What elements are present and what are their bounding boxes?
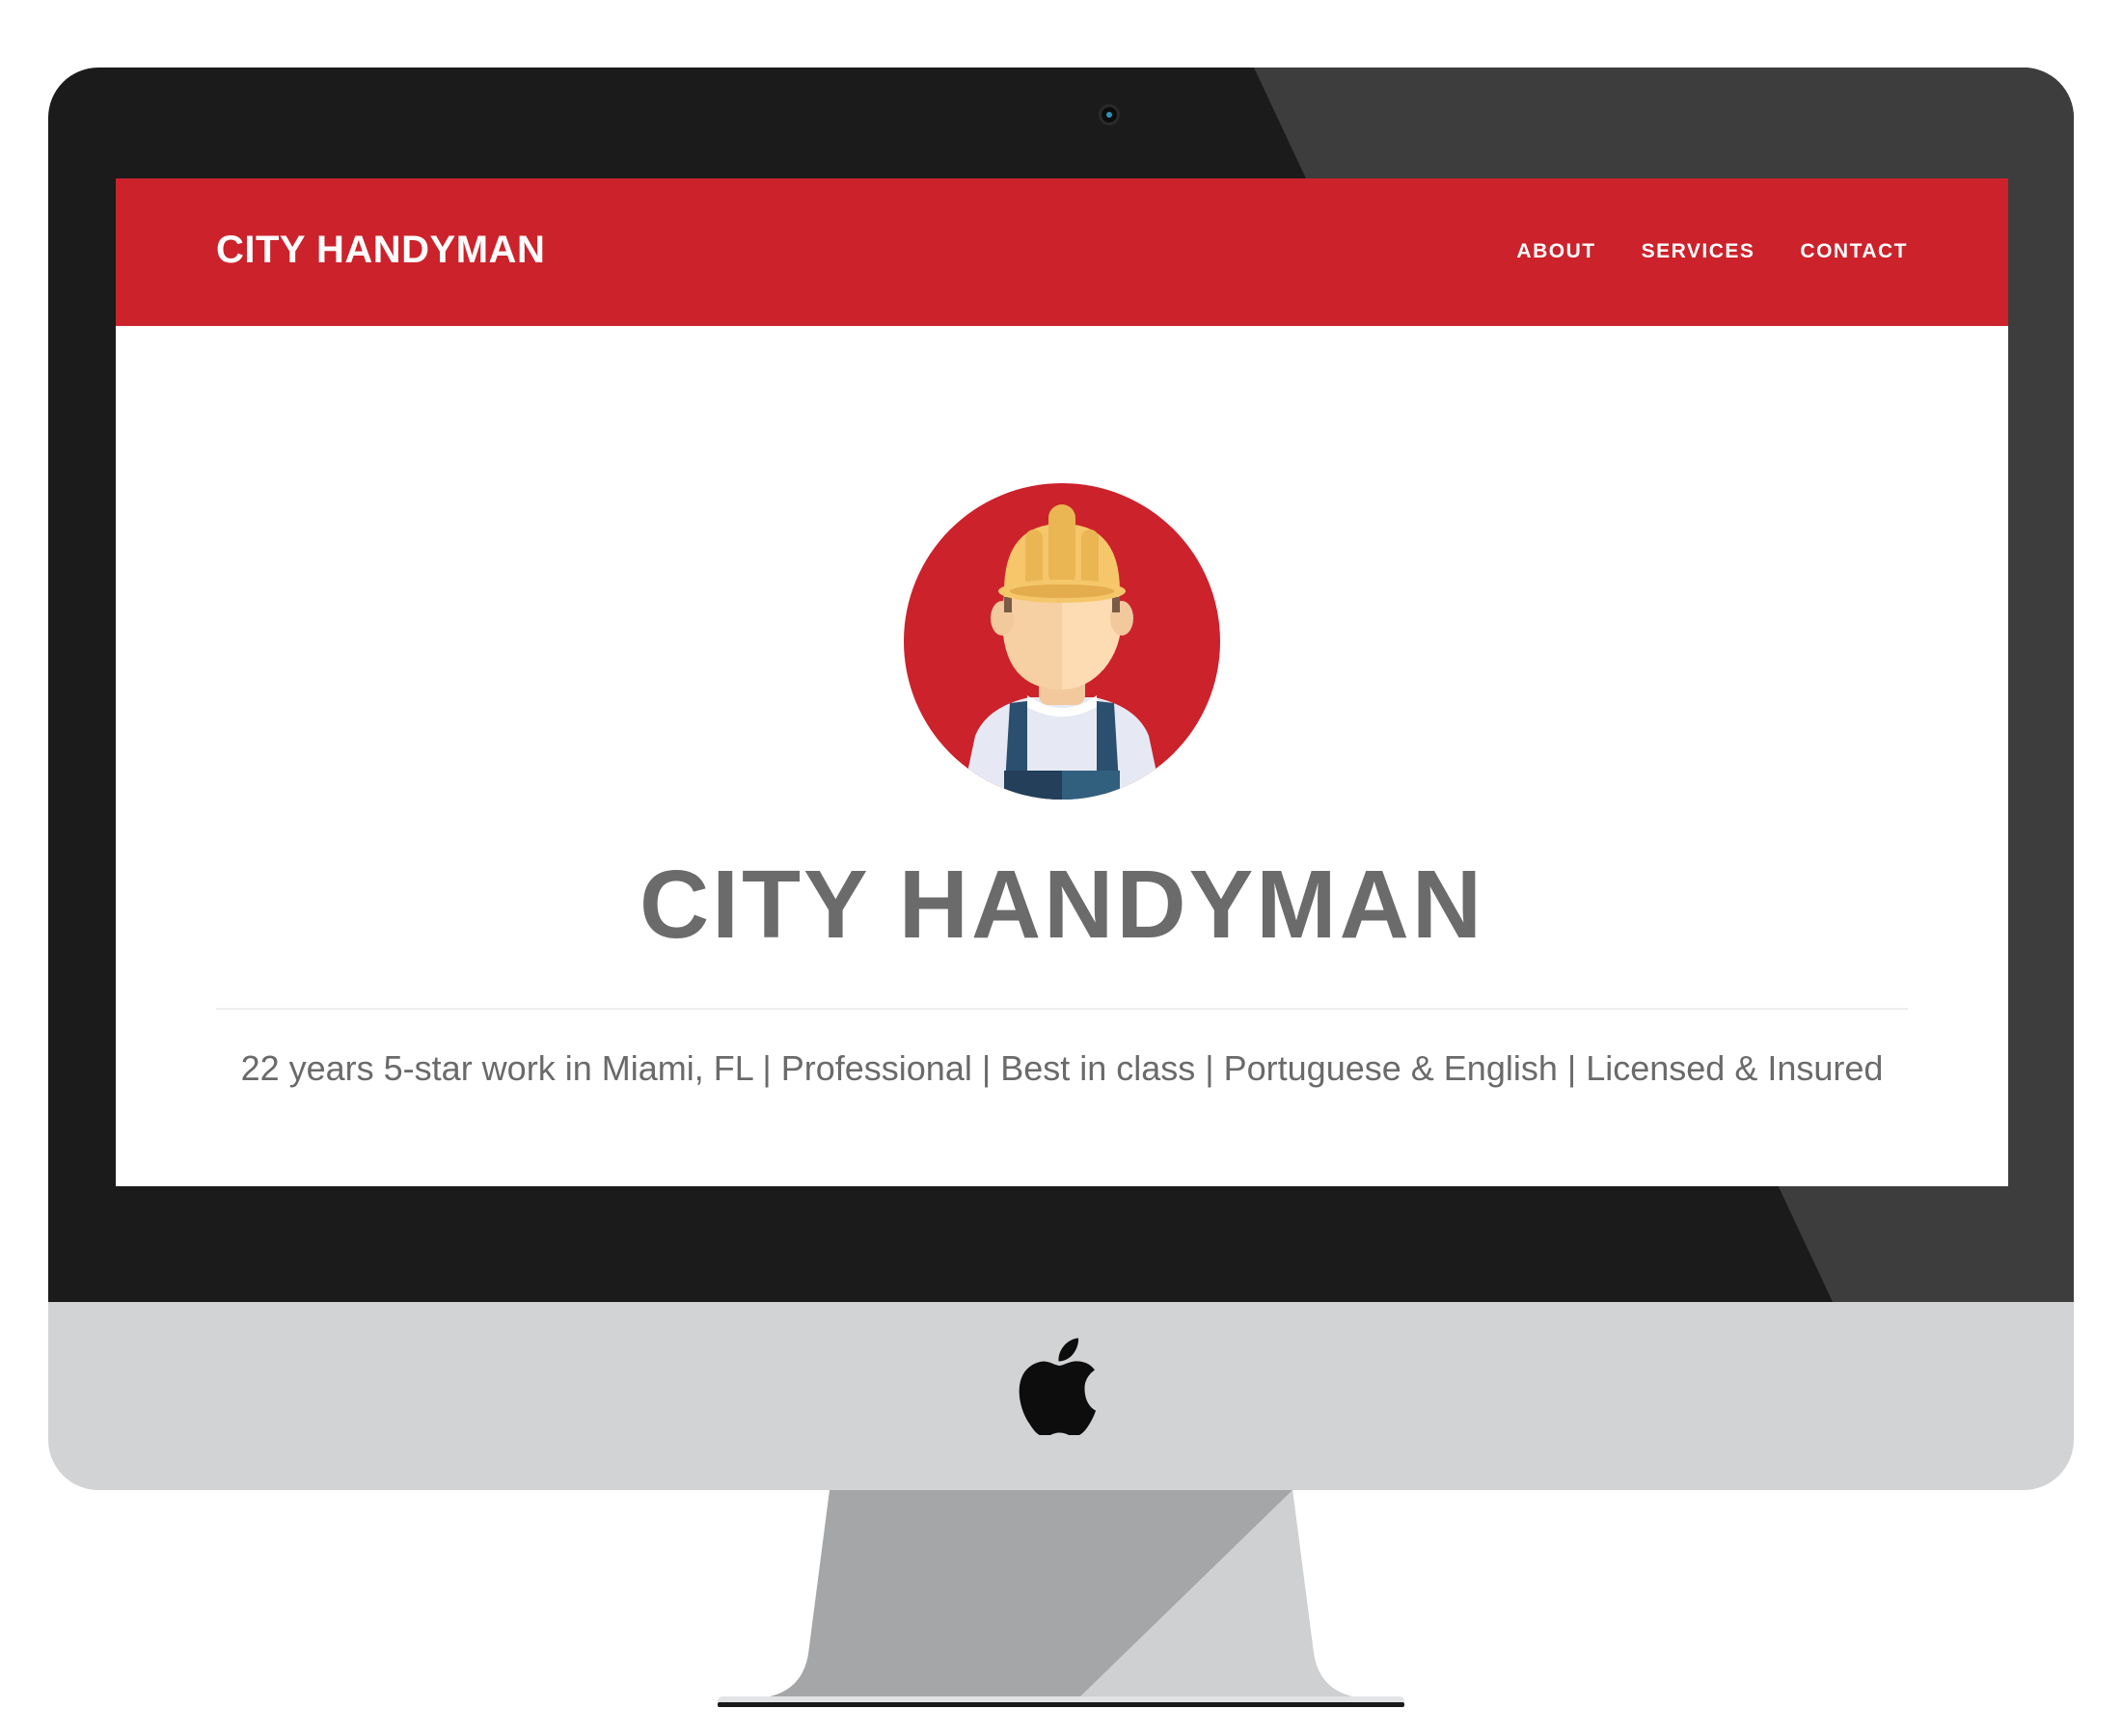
- hero-title: CITY HANDYMAN: [639, 851, 1485, 959]
- monitor-bezel: CITY HANDYMAN ABOUT SERVICES CONTACT CIT…: [48, 68, 2074, 1302]
- brand-logo-link[interactable]: CITY HANDYMAN: [216, 229, 545, 272]
- nav-link-about[interactable]: ABOUT: [1516, 240, 1595, 263]
- website-screen: CITY HANDYMAN ABOUT SERVICES CONTACT CIT…: [116, 178, 2008, 1186]
- nav-link-services[interactable]: SERVICES: [1642, 240, 1755, 263]
- divider: [216, 1008, 1908, 1010]
- hero-tagline: 22 years 5-star work in Miami, FL | Prof…: [240, 1048, 1884, 1088]
- navbar: CITY HANDYMAN ABOUT SERVICES CONTACT: [116, 178, 2008, 326]
- monitor-stand: [718, 1490, 1404, 1707]
- nav-link-contact[interactable]: CONTACT: [1800, 240, 1908, 263]
- imac-mockup: CITY HANDYMAN ABOUT SERVICES CONTACT CIT…: [0, 0, 2122, 1736]
- apple-logo-icon: [1019, 1338, 1096, 1435]
- handyman-avatar-icon: [904, 483, 1220, 800]
- camera-icon: [1099, 104, 1120, 125]
- nav-menu: ABOUT SERVICES CONTACT: [1516, 240, 1908, 263]
